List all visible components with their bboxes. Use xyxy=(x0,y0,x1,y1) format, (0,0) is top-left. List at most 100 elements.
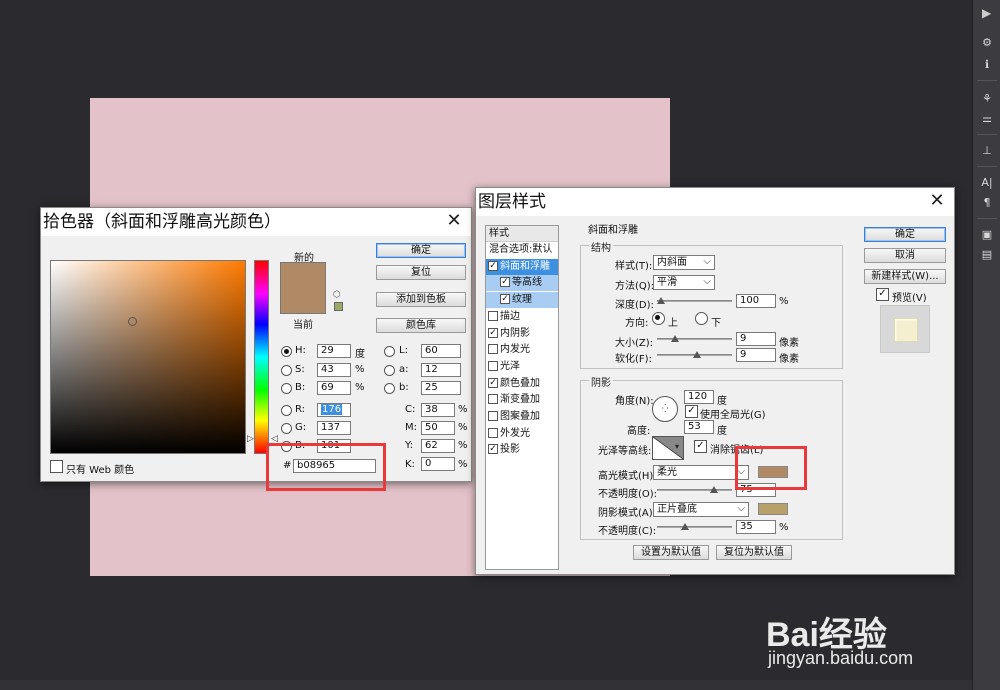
adjust-icon[interactable]: ⚌ xyxy=(979,112,995,126)
web-only-checkbox[interactable] xyxy=(50,460,63,473)
info-icon[interactable]: ℹ xyxy=(979,58,995,72)
radio-r[interactable] xyxy=(281,405,292,416)
c-input[interactable]: 38 xyxy=(421,403,455,417)
radio-g[interactable] xyxy=(281,423,292,434)
angle-dial[interactable]: ⁛ xyxy=(652,396,678,422)
style-list-item[interactable]: ✓ 纹理 xyxy=(486,292,558,309)
new-style-button[interactable]: 新建样式(W)... xyxy=(864,269,946,284)
play-icon[interactable]: ▶ xyxy=(982,6,991,20)
antialias-checkbox[interactable]: ✓ xyxy=(694,440,707,453)
depth-input[interactable]: 100 xyxy=(736,294,776,308)
style-list-checkbox[interactable]: ✓ xyxy=(488,377,498,388)
angle-input[interactable]: 120 xyxy=(684,390,714,404)
close-icon[interactable]: ✕ xyxy=(443,210,465,232)
depth-slider-thumb[interactable] xyxy=(657,297,665,304)
preview-checkbox[interactable]: ✓ xyxy=(876,288,889,301)
style-list-item[interactable]: ✓ 内阴影 xyxy=(486,326,558,342)
style-list-checkbox[interactable] xyxy=(488,427,498,438)
hue-arrow-left[interactable]: ▷ xyxy=(247,434,254,444)
websafe-swatch[interactable] xyxy=(334,302,343,311)
style-list-checkbox[interactable] xyxy=(488,310,498,321)
style-list-item[interactable]: 渐变叠加 xyxy=(486,392,558,408)
picker-ok-button[interactable]: 确定 xyxy=(376,243,466,258)
radio-l[interactable] xyxy=(384,346,395,357)
radio-lab-b[interactable] xyxy=(384,383,395,394)
opacity2-slider[interactable] xyxy=(657,523,732,530)
style-list-item[interactable]: ✓ 斜面和浮雕 xyxy=(486,258,558,275)
k-input[interactable]: 0 xyxy=(421,457,455,471)
style-list-item[interactable]: ✓ 颜色叠加 xyxy=(486,376,558,392)
opacity1-slider-thumb[interactable] xyxy=(710,486,718,493)
size-slider-thumb[interactable] xyxy=(671,335,679,342)
paragraph-icon[interactable]: ¶ xyxy=(979,196,995,210)
a-input[interactable]: 12 xyxy=(421,363,461,377)
style-select[interactable]: 内斜面 xyxy=(653,255,715,270)
global-light-checkbox[interactable]: ✓ xyxy=(685,405,698,418)
add-to-swatches-button[interactable]: 添加到色板 xyxy=(376,292,466,307)
m-input[interactable]: 50 xyxy=(421,421,455,435)
style-list-checkbox[interactable] xyxy=(488,394,498,405)
layers-icon[interactable]: ▣ xyxy=(979,228,995,242)
brush-icon[interactable]: ⚘ xyxy=(979,92,995,106)
depth-slider[interactable] xyxy=(657,297,732,304)
style-list-checkbox[interactable]: ✓ xyxy=(500,277,510,288)
color-field-cursor[interactable] xyxy=(128,317,137,326)
picker-reset-button[interactable]: 复位 xyxy=(376,265,466,280)
set-default-button[interactable]: 设置为默认值 xyxy=(633,545,709,560)
cube-icon[interactable]: ⬡ xyxy=(333,290,341,300)
chevron-down-icon[interactable]: ▾ xyxy=(675,442,679,451)
h-input[interactable]: 29 xyxy=(317,344,351,358)
style-list-checkbox[interactable]: ✓ xyxy=(488,444,498,455)
radio-h[interactable] xyxy=(281,346,292,357)
style-list-checkbox[interactable] xyxy=(488,360,498,371)
layer-style-cancel-button[interactable]: 取消 xyxy=(864,248,946,263)
size-input[interactable]: 9 xyxy=(736,332,776,346)
s-input[interactable]: 43 xyxy=(317,363,351,377)
clone-icon[interactable]: ⊥ xyxy=(979,144,995,158)
style-list-checkbox[interactable]: ✓ xyxy=(488,260,498,271)
style-list-item[interactable]: 描边 xyxy=(486,309,558,325)
method-select[interactable]: 平滑 xyxy=(653,275,715,290)
altitude-input[interactable]: 53 xyxy=(684,420,714,434)
style-list-checkbox[interactable] xyxy=(488,411,498,421)
style-list-checkbox[interactable]: ✓ xyxy=(500,294,510,305)
style-list-item[interactable]: ✓ 等高线 xyxy=(486,275,558,292)
style-list-item[interactable]: 外发光 xyxy=(486,426,558,442)
g-input[interactable]: 137 xyxy=(317,421,351,435)
y-input[interactable]: 62 xyxy=(421,439,455,453)
radio-s[interactable] xyxy=(281,365,292,376)
style-list-item[interactable]: 光泽 xyxy=(486,359,558,375)
style-list-item[interactable]: ✓ 投影 xyxy=(486,442,558,458)
shadow-color-swatch[interactable] xyxy=(758,503,788,515)
opacity2-input[interactable]: 35 xyxy=(736,520,776,534)
hue-slider[interactable] xyxy=(254,260,269,454)
b-input[interactable]: 69 xyxy=(317,381,351,395)
close-icon[interactable]: ✕ xyxy=(926,190,948,212)
opacity2-slider-thumb[interactable] xyxy=(681,523,689,530)
layer-style-ok-button[interactable]: 确定 xyxy=(864,227,946,242)
character-icon[interactable]: A| xyxy=(979,176,995,190)
style-list-item[interactable]: 混合选项:默认 xyxy=(486,242,558,258)
color-library-button[interactable]: 颜色库 xyxy=(376,318,466,333)
opacity1-slider[interactable] xyxy=(657,486,732,493)
r-input[interactable]: 176 xyxy=(317,403,351,417)
gloss-contour-preview[interactable] xyxy=(652,436,684,460)
size-slider[interactable] xyxy=(657,335,732,342)
lab-b-input[interactable]: 25 xyxy=(421,381,461,395)
soften-slider[interactable] xyxy=(657,351,732,358)
color-field[interactable] xyxy=(50,260,246,454)
direction-up-radio[interactable] xyxy=(652,312,665,325)
l-input[interactable]: 60 xyxy=(421,344,461,358)
soften-input[interactable]: 9 xyxy=(736,348,776,362)
reset-default-button[interactable]: 复位为默认值 xyxy=(716,545,792,560)
style-list-item[interactable]: 图案叠加 xyxy=(486,409,558,425)
style-list-checkbox[interactable]: ✓ xyxy=(488,327,498,338)
radio-a[interactable] xyxy=(384,365,395,376)
radio-b[interactable] xyxy=(281,383,292,394)
shadow-mode-select[interactable]: 正片叠底 xyxy=(653,502,749,517)
direction-down-radio[interactable] xyxy=(695,312,708,325)
channels-icon[interactable]: ▤ xyxy=(979,248,995,262)
soften-slider-thumb[interactable] xyxy=(693,351,701,358)
style-list-checkbox[interactable] xyxy=(488,344,498,355)
style-list-item[interactable]: 内发光 xyxy=(486,342,558,358)
